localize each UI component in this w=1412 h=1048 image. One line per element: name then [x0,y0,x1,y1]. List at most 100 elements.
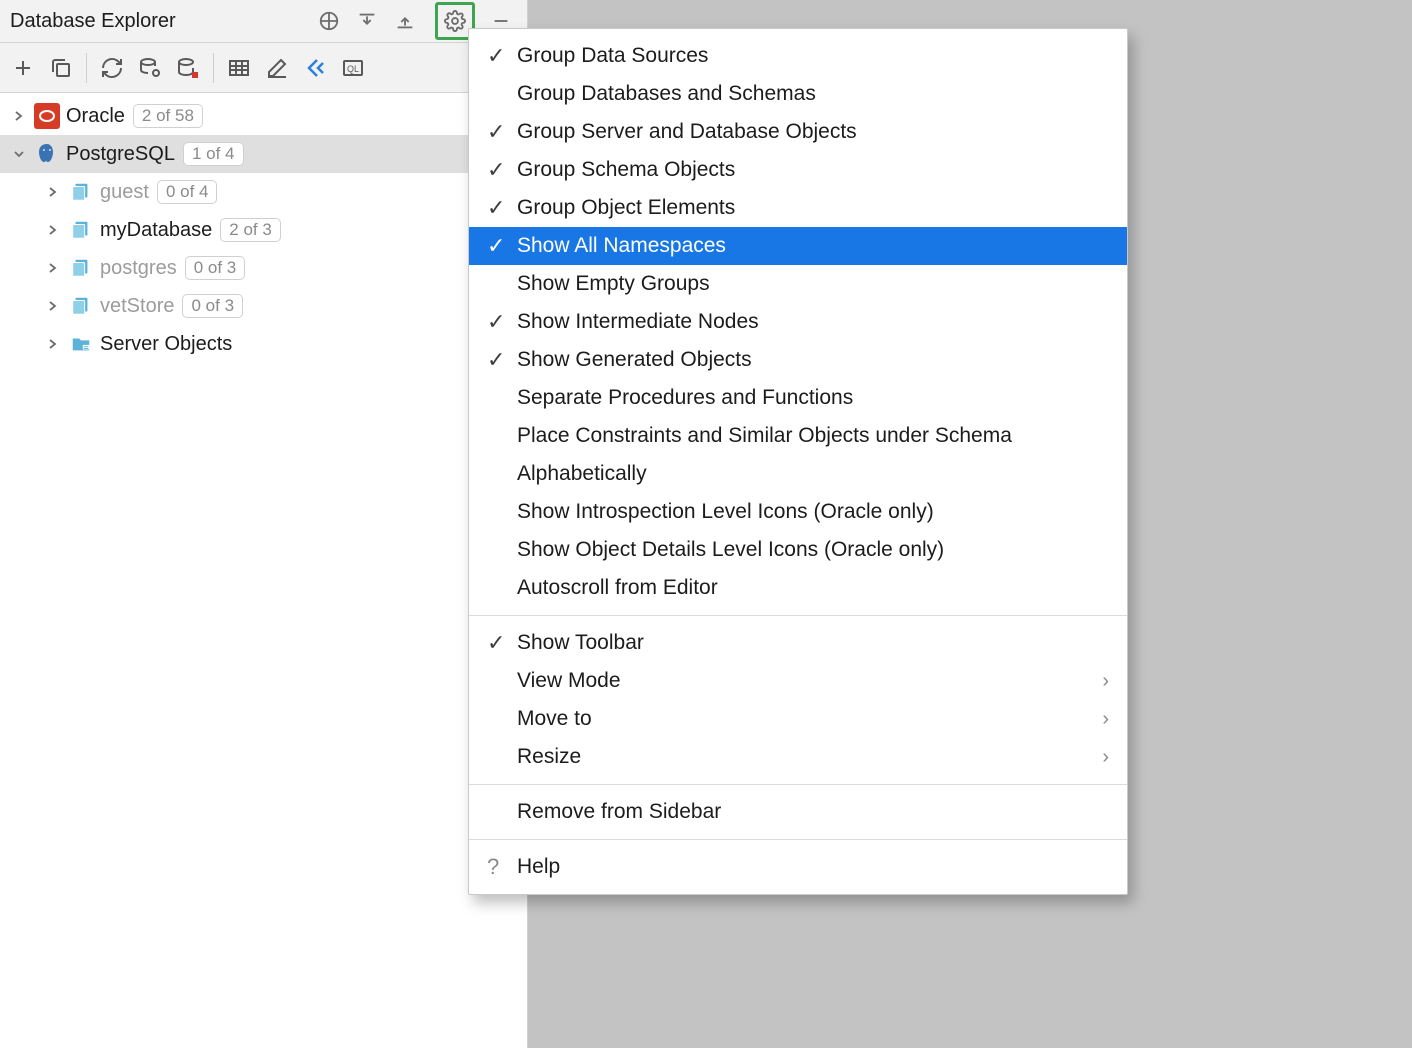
count-badge: 2 of 58 [133,104,203,128]
menu-item[interactable]: Separate Procedures and Functions [469,379,1127,417]
menu-item[interactable]: Show Object Details Level Icons (Oracle … [469,531,1127,569]
chevron-right-icon [44,338,62,350]
menu-item-label: Show All Namespaces [517,234,1109,258]
menu-item[interactable]: Autoscroll from Editor [469,569,1127,607]
menu-separator [469,615,1127,616]
expand-all-icon[interactable] [355,9,379,33]
menu-item[interactable]: ✓Show Generated Objects [469,341,1127,379]
chevron-right-icon: › [1102,670,1109,693]
check-icon: ✓ [487,43,517,69]
tree-node-label: vetStore [100,295,174,318]
tree-node-oracle[interactable]: Oracle 2 of 58 [0,97,527,135]
menu-item-label: Separate Procedures and Functions [517,386,1109,410]
edit-button[interactable] [260,51,294,85]
chevron-right-icon [44,262,62,274]
panel-toolbar: QL [0,43,527,93]
panel-title: Database Explorer [8,10,317,33]
chevron-right-icon [44,300,62,312]
count-badge: 0 of 3 [182,294,243,318]
chevron-right-icon: › [1102,746,1109,769]
database-icon [68,179,94,205]
disconnect-button[interactable] [171,51,205,85]
menu-item[interactable]: Alphabetically [469,455,1127,493]
query-console-button[interactable]: QL [336,51,370,85]
tree-node-database[interactable]: vetStore 0 of 3 [0,287,527,325]
menu-item-label: Group Server and Database Objects [517,120,1109,144]
tree-node-label: myDatabase [100,219,212,242]
tree-node-label: Oracle [66,105,125,128]
menu-item[interactable]: View Mode› [469,662,1127,700]
menu-item[interactable]: Place Constraints and Similar Objects un… [469,417,1127,455]
menu-item-label: View Mode [517,669,1102,693]
menu-item[interactable]: Show Empty Groups [469,265,1127,303]
database-icon [68,255,94,281]
gear-icon [443,9,467,33]
chevron-right-icon: › [1102,708,1109,731]
oracle-icon [34,103,60,129]
menu-item[interactable]: Move to› [469,700,1127,738]
menu-item[interactable]: Show Introspection Level Icons (Oracle o… [469,493,1127,531]
table-view-button[interactable] [222,51,256,85]
duplicate-button[interactable] [44,51,78,85]
tree-node-database[interactable]: myDatabase 2 of 3 [0,211,527,249]
settings-menu: ✓Group Data Sources Group Databases and S… [468,28,1128,895]
navigate-button[interactable] [298,51,332,85]
panel-header: Database Explorer [0,0,527,43]
tree-node-server-objects[interactable]: Server Objects [0,325,527,363]
collapse-all-icon[interactable] [393,9,417,33]
menu-item-label: Alphabetically [517,462,1109,486]
chevron-down-icon [10,148,28,160]
help-icon: ? [487,854,517,880]
check-icon: ✓ [487,119,517,145]
menu-item[interactable]: Resize› [469,738,1127,776]
menu-item-label: Group Schema Objects [517,158,1109,182]
menu-item-label: Group Databases and Schemas [517,82,1109,106]
collapse-target-icon[interactable] [317,9,341,33]
check-icon: ✓ [487,630,517,656]
check-icon: ✓ [487,195,517,221]
tree-node-postgresql[interactable]: PostgreSQL 1 of 4 [0,135,527,173]
toolbar-separator [213,53,214,83]
menu-item-label: Show Empty Groups [517,272,1109,296]
count-badge: 0 of 4 [157,180,218,204]
check-icon: ✓ [487,157,517,183]
menu-item-label: Place Constraints and Similar Objects un… [517,424,1109,448]
menu-item[interactable]: ?Help [469,848,1127,886]
tree-node-label: guest [100,181,149,204]
menu-item-label: Resize [517,745,1102,769]
menu-item-label: Remove from Sidebar [517,800,1109,824]
chevron-right-icon [10,110,28,122]
menu-item[interactable]: ✓Group Object Elements [469,189,1127,227]
count-badge: 1 of 4 [183,142,244,166]
database-icon [68,217,94,243]
refresh-button[interactable] [95,51,129,85]
menu-separator [469,839,1127,840]
tree-node-database[interactable]: postgres 0 of 3 [0,249,527,287]
menu-separator [469,784,1127,785]
check-icon: ✓ [487,309,517,335]
menu-item[interactable]: ✓Group Data Sources [469,37,1127,75]
menu-item-label: Show Object Details Level Icons (Oracle … [517,538,1109,562]
add-button[interactable] [6,51,40,85]
postgresql-icon [34,141,60,167]
server-objects-icon [68,331,94,357]
chevron-right-icon [44,224,62,236]
database-tree[interactable]: Oracle 2 of 58 PostgreSQL 1 of 4 guest 0… [0,93,527,1048]
menu-item[interactable]: ✓Group Server and Database Objects [469,113,1127,151]
menu-item[interactable]: ✓Group Schema Objects [469,151,1127,189]
count-badge: 0 of 3 [185,256,246,280]
menu-item[interactable]: ✓Show All Namespaces [469,227,1127,265]
menu-item[interactable]: Group Databases and Schemas [469,75,1127,113]
menu-item-label: Help [517,855,1109,879]
menu-item[interactable]: Remove from Sidebar [469,793,1127,831]
database-icon [68,293,94,319]
tree-node-label: PostgreSQL [66,143,175,166]
database-explorer-panel: Database Explorer [0,0,528,1048]
datasource-properties-button[interactable] [133,51,167,85]
menu-item[interactable]: ✓Show Toolbar [469,624,1127,662]
menu-item-label: Show Introspection Level Icons (Oracle o… [517,500,1109,524]
tree-node-database[interactable]: guest 0 of 4 [0,173,527,211]
menu-item-label: Move to [517,707,1102,731]
menu-item[interactable]: ✓Show Intermediate Nodes [469,303,1127,341]
menu-item-label: Show Generated Objects [517,348,1109,372]
